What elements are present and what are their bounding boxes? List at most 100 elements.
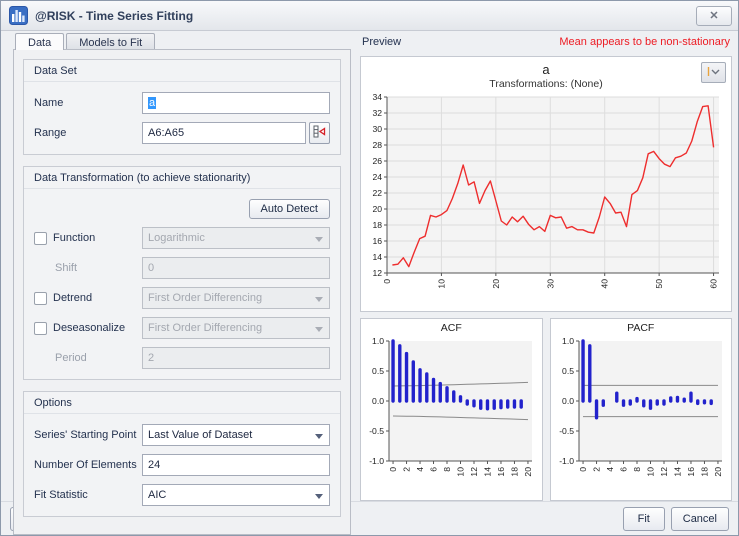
preview-chart-title: a [361, 62, 731, 78]
auto-detect-button[interactable]: Auto Detect [249, 199, 330, 219]
detrend-select: First Order Differencing [142, 287, 330, 309]
deseasonalize-select: First Order Differencing [142, 317, 330, 339]
svg-text:12: 12 [372, 268, 382, 278]
starting-point-select[interactable]: Last Value of Dataset [142, 424, 330, 446]
window-title: @RISK - Time Series Fitting [35, 9, 193, 23]
pacf-chart-title: PACF [551, 322, 732, 337]
svg-text:26: 26 [372, 156, 382, 166]
svg-text:16: 16 [372, 236, 382, 246]
name-label: Name [34, 97, 63, 109]
svg-text:6: 6 [618, 467, 628, 472]
fit-statistic-label: Fit Statistic [34, 489, 88, 501]
range-input[interactable]: A6:A65 [142, 122, 306, 144]
options-group: Options Series' Starting Point Last Valu… [23, 391, 341, 517]
close-button[interactable]: ✕ [696, 6, 732, 26]
range-label: Range [34, 127, 66, 139]
svg-text:0.5: 0.5 [562, 366, 574, 376]
function-select-value: Logarithmic [148, 232, 205, 244]
deseasonalize-label: Deseasonalize [53, 322, 125, 334]
svg-text:30: 30 [545, 279, 555, 289]
data-transformation-group: Data Transformation (to achieve stationa… [23, 166, 341, 380]
fit-statistic-select[interactable]: AIC [142, 484, 330, 506]
svg-text:20: 20 [523, 467, 533, 477]
function-label: Function [53, 232, 95, 244]
deseasonalize-select-value: First Order Differencing [148, 322, 262, 334]
time-series-fitting-dialog: @RISK - Time Series Fitting ✕ Data Model… [0, 0, 739, 536]
fit-statistic-value: AIC [148, 489, 166, 501]
svg-text:14: 14 [372, 252, 382, 262]
chart-options-dropdown-button[interactable] [701, 62, 726, 83]
acf-bar-chart: -1.0-0.50.00.51.002468101214161820 [363, 337, 539, 489]
pacf-chart-panel: PACF -1.0-0.50.00.51.002468101214161820 [550, 318, 733, 501]
acf-chart-title: ACF [361, 322, 542, 337]
chevron-down-icon [315, 494, 323, 499]
svg-text:0.0: 0.0 [562, 396, 574, 406]
svg-text:1.0: 1.0 [562, 337, 574, 346]
svg-text:0.5: 0.5 [372, 366, 384, 376]
svg-text:0: 0 [578, 467, 588, 472]
svg-text:10: 10 [456, 467, 466, 477]
svg-text:0: 0 [382, 279, 392, 284]
svg-text:4: 4 [605, 467, 615, 472]
elements-input[interactable]: 24 [142, 454, 330, 476]
svg-text:14: 14 [672, 467, 682, 477]
svg-text:18: 18 [372, 220, 382, 230]
cancel-button[interactable]: Cancel [671, 507, 729, 531]
titlebar: @RISK - Time Series Fitting ✕ [1, 1, 738, 31]
function-checkbox[interactable] [34, 232, 47, 245]
svg-text:32: 32 [372, 108, 382, 118]
svg-text:30: 30 [372, 124, 382, 134]
range-picker-button[interactable] [309, 122, 330, 144]
svg-text:34: 34 [372, 92, 382, 102]
data-set-group: Data Set Name a Range A6:A65 [23, 59, 341, 155]
period-input: 2 [142, 347, 330, 369]
stationarity-warning: Mean appears to be non-stationary [559, 36, 730, 53]
svg-text:6: 6 [429, 467, 439, 472]
shift-label: Shift [55, 262, 77, 274]
tab-models-to-fit[interactable]: Models to Fit [66, 33, 155, 49]
time-series-line-chart: 1214161820222426283032340102030405060 [363, 92, 729, 306]
tab-data[interactable]: Data [15, 33, 64, 50]
options-group-title: Options [24, 392, 340, 414]
svg-text:-0.5: -0.5 [559, 426, 574, 436]
svg-text:-0.5: -0.5 [369, 426, 384, 436]
acf-chart-panel: ACF -1.0-0.50.00.51.002468101214161820 [360, 318, 543, 501]
deseasonalize-checkbox[interactable] [34, 322, 47, 335]
svg-text:18: 18 [699, 467, 709, 477]
svg-text:12: 12 [469, 467, 479, 477]
shift-input: 0 [142, 257, 330, 279]
svg-text:20: 20 [372, 204, 382, 214]
svg-text:8: 8 [632, 467, 642, 472]
preview-chart-subtitle: Transformations: (None) [361, 78, 731, 92]
fit-button[interactable]: Fit [623, 507, 665, 531]
data-transformation-group-title: Data Transformation (to achieve stationa… [24, 167, 340, 189]
starting-point-value: Last Value of Dataset [148, 429, 252, 441]
chevron-down-icon [315, 327, 323, 332]
preview-chart-panel: a Transformations: (None) 12 14 16 18 20 22 24… [360, 56, 732, 312]
svg-text:0: 0 [388, 467, 398, 472]
tab-strip: Data Models to Fit [15, 33, 351, 49]
chevron-down-icon [315, 297, 323, 302]
svg-text:10: 10 [436, 279, 446, 289]
pacf-bar-chart: -1.0-0.50.00.51.002468101214161820 [553, 337, 729, 489]
svg-text:2: 2 [591, 467, 601, 472]
svg-text:1.0: 1.0 [372, 337, 384, 346]
name-input[interactable]: a [142, 92, 330, 114]
svg-text:8: 8 [442, 467, 452, 472]
function-select: Logarithmic [142, 227, 330, 249]
range-picker-icon [312, 124, 327, 142]
svg-text:22: 22 [372, 188, 382, 198]
svg-text:4: 4 [415, 467, 425, 472]
starting-point-label: Series' Starting Point [34, 429, 136, 441]
detrend-checkbox[interactable] [34, 292, 47, 305]
svg-text:0.0: 0.0 [372, 396, 384, 406]
svg-text:60: 60 [709, 279, 719, 289]
svg-text:24: 24 [372, 172, 382, 182]
data-tab-page: Data Set Name a Range A6:A65 [13, 49, 351, 535]
close-icon: ✕ [709, 10, 718, 22]
period-label: Period [55, 352, 87, 364]
svg-text:-1.0: -1.0 [369, 456, 384, 466]
svg-text:10: 10 [645, 467, 655, 477]
chevron-down-icon [706, 64, 721, 82]
svg-text:16: 16 [496, 467, 506, 477]
